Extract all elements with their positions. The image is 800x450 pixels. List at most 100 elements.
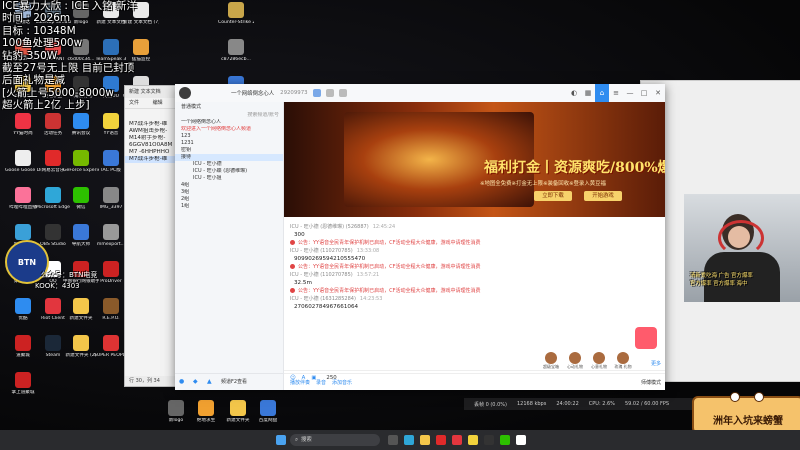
channel-tree-item[interactable]: ICU - 旺小姐	[175, 175, 283, 182]
dropped-frames: 丢帧 0 (0.0%)	[474, 401, 507, 408]
channel-tree-item[interactable]: 密钥	[175, 147, 283, 154]
taskbar-app-icon[interactable]	[388, 435, 398, 445]
gift-avatar[interactable]: 心意礼物	[587, 352, 611, 370]
alert-icon	[290, 264, 295, 269]
bell-icon[interactable]: ◐	[567, 89, 581, 97]
desktop-icon-label: 百度网盘	[258, 418, 278, 423]
taskbar-app-icon[interactable]	[452, 435, 462, 445]
app-icon	[15, 335, 31, 351]
avatar	[593, 352, 605, 364]
gift-avatar[interactable]: 超级宝箱	[539, 352, 563, 370]
bottom-toolbar: 播放伴奏 录音 添加音乐 师傅模式	[284, 373, 665, 390]
chat-message-text: 32.5m	[294, 280, 312, 286]
sidebar-search[interactable]: 搜索频道/账号	[175, 112, 283, 119]
cpu-usage: CPU: 2.6%	[588, 401, 615, 407]
settings-icon[interactable]: ▲	[207, 378, 217, 386]
btn-logo-line2: KOOK：4303	[35, 282, 80, 290]
app-icon	[168, 400, 184, 416]
channel-tree-item[interactable]: 1231	[175, 140, 283, 147]
gift-icon[interactable]	[635, 327, 657, 349]
channel-tree-item[interactable]: 4组	[175, 182, 283, 189]
chat-message-text: 270602784967661064	[294, 304, 359, 310]
download-button[interactable]: 立即下载	[534, 191, 572, 201]
webcam-caption: 清新爱吃海 广告 官方爆率 官方爆率 官方爆率 海中	[690, 272, 800, 288]
channel-tree-item[interactable]: 123	[175, 133, 283, 140]
headphones-icon	[718, 220, 764, 256]
bitrate: 12168 kbps	[516, 401, 547, 407]
chat-username[interactable]: ICU - 旺小德 (1631285284)	[290, 296, 356, 302]
app-icon	[15, 224, 31, 240]
channel-tree-item[interactable]: 3组	[175, 189, 283, 196]
user-icon[interactable]	[312, 89, 321, 97]
maximize-icon[interactable]: □	[637, 89, 651, 97]
chat-username[interactable]: ICU - 旺小德 (恩德维琳) (526887)	[290, 224, 369, 230]
app-icon	[103, 187, 119, 203]
accompaniment-button[interactable]: 播放伴奏	[290, 379, 310, 386]
speaker-icon[interactable]: ◆	[193, 378, 203, 386]
desktop-icon[interactable]: 绝地求生	[188, 400, 224, 424]
more-icon[interactable]	[338, 89, 347, 97]
announcement-text: 公告：YY语音全民青年保护机制已启动，CF活动全程大众健康，游戏中请理性消费	[298, 240, 481, 246]
app-icon	[103, 335, 119, 351]
grid-icon[interactable]: ▦	[581, 89, 595, 97]
desktop-icon[interactable]: 掌上道聚城	[5, 372, 41, 396]
avatar	[617, 352, 629, 364]
taskbar-edge-icon[interactable]	[404, 435, 414, 445]
home-icon[interactable]: ⌂	[595, 84, 609, 102]
chat-username[interactable]: ICU - 旺小德 (110270785)	[290, 248, 353, 254]
sidebar-bottom-bar: ● ◆ ▲ 频道F2查看	[175, 373, 283, 390]
yy-voice-window[interactable]: 一个网络倒念心人 29209973 ◐ ▦ ⌂ ≡ — □ ✕ 普通模式 搜索频…	[175, 84, 665, 390]
close-icon[interactable]: ✕	[651, 89, 665, 97]
taskbar-yy-icon[interactable]	[468, 435, 478, 445]
mode-selector[interactable]: 普通模式	[175, 102, 283, 112]
overlay-line: 超火箭上2亿 上步]	[2, 99, 90, 112]
chat-timestamp: 13:33:08	[356, 248, 380, 254]
chat-username[interactable]: ICU - 旺小德 (110270785)	[290, 272, 353, 278]
taskbar-folder-icon[interactable]	[420, 435, 430, 445]
channel-tree-item[interactable]: 欢迎进入一个网络倒念心人频道	[175, 126, 283, 133]
record-button[interactable]: 录音	[316, 379, 326, 386]
taskbar-search[interactable]: ⌕ 搜索	[290, 434, 380, 446]
game-ad-banner[interactable]: 福利打金丨资源爽吃/800%爆率 ※地图全免费※打金无上限※装备回收※登录入黄豆…	[284, 102, 665, 217]
menu-icon[interactable]: ≡	[609, 89, 623, 97]
gift-avatar[interactable]: 玫瑰 礼物	[611, 352, 635, 370]
minimize-icon[interactable]: —	[623, 89, 637, 97]
app-icon	[198, 400, 214, 416]
channel-tree-item[interactable]: 接待	[175, 154, 283, 161]
desktop-icon[interactable]: c87286ecb...	[218, 39, 254, 63]
gift-avatar[interactable]: 心动礼物	[563, 352, 587, 370]
desktop-icon[interactable]: Counter-Strike 2	[218, 2, 254, 26]
chat-message-text: 300	[294, 232, 305, 238]
system-announcement: 公告：YY语音全民青年保护机制已启动，CF活动全程大众健康，游戏中请理性消费	[284, 287, 665, 295]
taskbar-music-icon[interactable]	[436, 435, 446, 445]
btn-esports-logo: BTN 公众号：BTN电竞 KOOK：4303	[5, 240, 97, 290]
channel-tree-item[interactable]: 1组	[175, 203, 283, 210]
app-icon	[45, 113, 61, 129]
taskbar-obs-icon[interactable]	[484, 435, 494, 445]
chat-log[interactable]: ICU - 旺小德 (恩德维琳) (526887) 12:45:24 300 公告：Y…	[284, 223, 665, 358]
push-to-talk-label[interactable]: 频道F2查看	[221, 378, 247, 386]
mic-icon[interactable]: ●	[179, 378, 189, 386]
channel-tree-item[interactable]: 2组	[175, 196, 283, 203]
app-icon	[45, 298, 61, 314]
taskbar-wechat-icon[interactable]	[500, 435, 510, 445]
app-icon	[73, 150, 89, 166]
start-icon[interactable]	[276, 435, 286, 445]
system-announcement: 公告：YY语音全民青年保护机制已启动，CF活动全程大众健康，游戏中请理性消费	[284, 239, 665, 247]
desktop-icon[interactable]: 百度网盘	[250, 400, 286, 424]
play-button[interactable]: 开始游戏	[584, 191, 622, 201]
channel-tree-item[interactable]: ICU - 旺小蝶 (恩德维琳)	[175, 168, 283, 175]
more-link[interactable]: 更多	[651, 360, 661, 367]
gift-avatar-bar: 超级宝箱 心动礼物 心意礼物 玫瑰 礼物	[539, 352, 635, 370]
channel-title: 一个网络倒念心人	[231, 91, 275, 97]
mode-button[interactable]: 师傅模式	[641, 379, 661, 386]
taskbar-qq-icon[interactable]	[516, 435, 526, 445]
star-icon[interactable]	[325, 89, 334, 97]
app-icon	[260, 400, 276, 416]
cam-line2: 官方爆率 官方爆率 海中	[690, 281, 748, 287]
overlay-line: 钻豹-350W	[2, 49, 58, 62]
channel-tree-item[interactable]: 一个网络倒念心人	[175, 119, 283, 126]
add-music-button[interactable]: 添加音乐	[332, 379, 352, 386]
alert-icon	[290, 240, 295, 245]
channel-tree-item[interactable]: ICU - 旺小德	[175, 161, 283, 168]
